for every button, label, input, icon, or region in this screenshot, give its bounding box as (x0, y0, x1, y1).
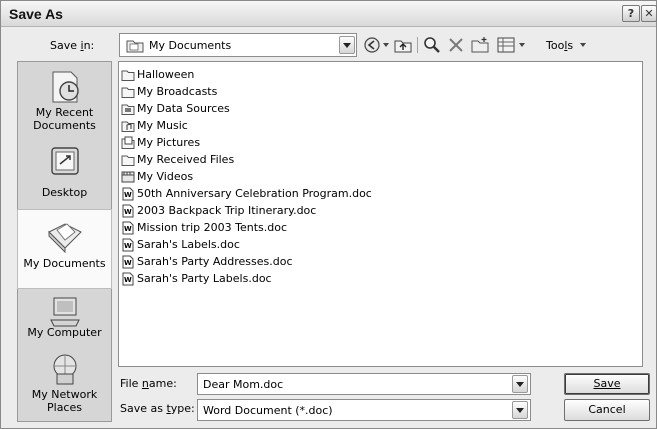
chevron-down-icon[interactable] (512, 401, 528, 419)
save-as-dialog: Save As ? ✕ Save in: My Documents Tools … (0, 0, 657, 429)
file-name-field[interactable]: Dear Mom.doc (197, 373, 531, 395)
file-list[interactable]: Halloween My Broadcasts My Data Sources … (118, 61, 643, 367)
back-dropdown-icon[interactable] (383, 43, 389, 47)
music-folder-icon (121, 121, 135, 132)
svg-text:W: W (124, 191, 132, 199)
up-one-level-icon[interactable] (394, 36, 412, 54)
back-icon[interactable] (363, 36, 381, 54)
chevron-down-icon[interactable] (512, 375, 528, 393)
search-web-icon[interactable] (423, 36, 441, 54)
data-sources-folder-icon (121, 104, 135, 115)
cancel-button[interactable]: Cancel (564, 399, 650, 421)
place-my-documents[interactable]: My Documents (17, 209, 112, 289)
list-item[interactable]: W Sarah's Labels.doc (121, 236, 240, 253)
place-label: My Network Places (31, 388, 98, 414)
list-item[interactable]: My Received Files (121, 151, 234, 168)
new-folder-icon[interactable] (471, 36, 489, 54)
toolbar-separator (417, 37, 418, 53)
place-my-network-places[interactable]: My Network Places (18, 348, 111, 422)
title-bar[interactable]: Save As ? ✕ (1, 1, 657, 27)
views-dropdown-icon[interactable] (519, 43, 525, 47)
file-name-value: Dear Mom.doc (203, 378, 284, 391)
word-document-icon: W (122, 255, 134, 268)
pictures-folder-icon (121, 136, 135, 149)
place-my-recent-documents[interactable]: My Recent Documents (18, 64, 111, 138)
list-item[interactable]: W 50th Anniversary Celebration Program.d… (121, 185, 372, 202)
list-item[interactable]: My Broadcasts (121, 83, 217, 100)
word-document-icon: W (122, 187, 134, 200)
recent-documents-icon (52, 71, 79, 103)
list-item[interactable]: My Data Sources (121, 100, 230, 117)
places-bar: My Recent Documents Desktop My Documents (17, 61, 112, 422)
place-label: My Documents (23, 257, 106, 270)
tools-menu[interactable]: Tools (546, 39, 573, 52)
my-documents-icon (48, 223, 82, 254)
word-document-icon: W (122, 238, 134, 251)
folder-icon (121, 155, 135, 166)
word-document-icon: W (122, 204, 134, 217)
place-label: My Recent Documents (33, 106, 96, 132)
folder-icon (121, 87, 135, 98)
list-item[interactable]: W Mission trip 2003 Tents.doc (121, 219, 287, 236)
dialog-title: Save As (9, 6, 63, 22)
save-in-label: Save in: (50, 39, 95, 52)
help-button[interactable]: ? (622, 5, 640, 22)
save-in-dropdown[interactable]: My Documents (119, 33, 357, 57)
place-label: My Computer (27, 326, 102, 339)
save-as-type-value: Word Document (*.doc) (203, 404, 333, 417)
place-desktop[interactable]: Desktop (18, 138, 111, 212)
chevron-down-icon[interactable] (339, 36, 355, 54)
file-name-label: File name: (120, 377, 177, 390)
list-item[interactable]: My Music (121, 117, 188, 134)
svg-text:W: W (124, 225, 132, 233)
place-label: Desktop (41, 186, 88, 199)
desktop-icon (51, 147, 79, 175)
svg-text:W: W (124, 242, 132, 250)
list-item[interactable]: W Sarah's Party Addresses.doc (121, 253, 293, 270)
videos-folder-icon (121, 171, 135, 182)
svg-text:W: W (124, 208, 132, 216)
word-document-icon: W (122, 272, 134, 285)
svg-text:W: W (124, 259, 132, 267)
save-button[interactable]: Save (564, 373, 650, 395)
views-icon[interactable] (497, 36, 515, 54)
toolbar: Tools (363, 36, 603, 56)
my-documents-small-icon (126, 40, 144, 53)
list-item[interactable]: W Sarah's Party Labels.doc (121, 270, 272, 287)
folder-icon (121, 70, 135, 81)
save-as-type-dropdown[interactable]: Word Document (*.doc) (197, 399, 531, 421)
word-document-icon: W (122, 221, 134, 234)
delete-icon[interactable] (447, 36, 465, 54)
save-in-value: My Documents (149, 39, 232, 52)
tools-dropdown-icon[interactable] (580, 43, 586, 47)
list-item[interactable]: W 2003 Backpack Trip Itinerary.doc (121, 202, 316, 219)
save-as-type-label: Save as type: (120, 402, 195, 415)
list-item[interactable]: Halloween (121, 66, 194, 83)
network-places-icon (53, 354, 77, 385)
svg-text:W: W (124, 276, 132, 284)
list-item[interactable]: My Pictures (121, 134, 200, 151)
close-button[interactable]: ✕ (641, 5, 657, 22)
my-computer-icon (50, 297, 80, 327)
list-item[interactable]: My Videos (121, 168, 193, 185)
